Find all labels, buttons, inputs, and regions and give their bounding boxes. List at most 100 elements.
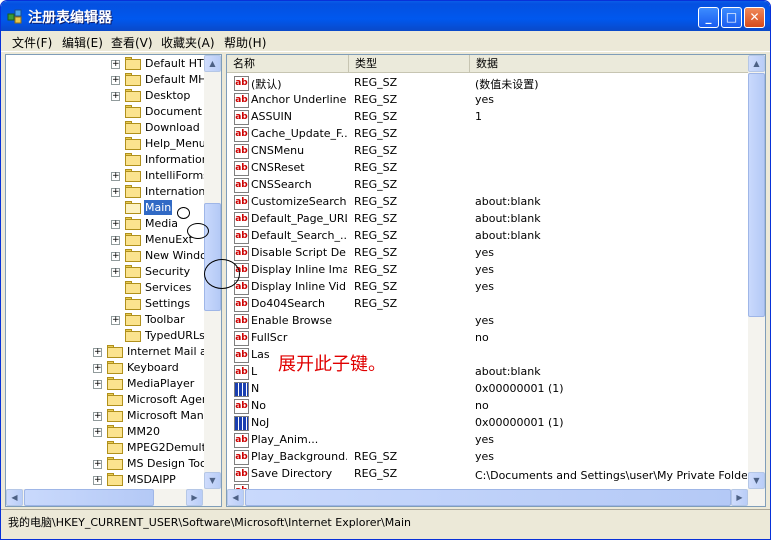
value-row[interactable]: ab Play_Anim... yes: [227, 432, 749, 449]
expand-icon[interactable]: +: [111, 188, 120, 197]
list-scroll-down-button[interactable]: ▼: [748, 472, 765, 489]
tree-node[interactable]: MPEG2Demultipl: [6, 440, 219, 456]
tree-node[interactable]: Main: [6, 200, 202, 216]
value-row[interactable]: ab FullScr no: [227, 330, 749, 347]
value-row[interactable]: N 0x00000001 (1): [227, 381, 749, 398]
expand-icon[interactable]: +: [111, 60, 120, 69]
list-hscroll-thumb[interactable]: [245, 489, 731, 506]
tree-node-label[interactable]: MS Design Tools: [126, 456, 217, 471]
tree-scroll-up-button[interactable]: ▲: [204, 55, 221, 72]
value-row[interactable]: NoJ 0x00000001 (1): [227, 415, 749, 432]
tree-node[interactable]: Download: [6, 120, 202, 136]
value-row[interactable]: ab ASSUIN REG_SZ 1: [227, 109, 749, 126]
tree-node[interactable]: + IntelliForms: [6, 168, 209, 184]
tree-node-label[interactable]: TypedURLs: [144, 328, 206, 343]
tree-node[interactable]: + MSDAIPP: [6, 472, 202, 488]
tree-node-label[interactable]: Security: [144, 264, 191, 279]
menu-edit[interactable]: 编辑(E): [62, 34, 103, 51]
close-button[interactable]: ✕: [744, 7, 765, 28]
values-list-pane[interactable]: 名称 类型 数据 ab (默认) REG_SZ (数值未设置) ab Anchor Und…: [226, 54, 766, 507]
value-row[interactable]: ab CNSReset REG_SZ: [227, 160, 749, 177]
tree-node[interactable]: + Keyboard: [6, 360, 202, 376]
expand-icon[interactable]: +: [111, 316, 120, 325]
tree-node[interactable]: + New Window: [6, 248, 216, 264]
expand-icon[interactable]: +: [111, 236, 120, 245]
value-row[interactable]: ab No no: [227, 398, 749, 415]
tree-node[interactable]: + International: [6, 184, 215, 200]
list-vertical-scrollbar[interactable]: ▲ ▼: [748, 55, 765, 489]
title-bar[interactable]: 注册表编辑器 _ □ ✕: [1, 1, 770, 31]
tree-node[interactable]: Services: [6, 280, 202, 296]
list-scroll-up-button[interactable]: ▲: [748, 55, 765, 72]
tree-node[interactable]: Microsoft Agent: [6, 392, 213, 408]
tree-node-label[interactable]: MediaPlayer: [126, 376, 195, 391]
list-horizontal-scrollbar[interactable]: ◀ ▶: [227, 489, 765, 506]
list-scroll-left-button[interactable]: ◀: [227, 489, 244, 506]
value-row[interactable]: ab Disable Script De... REG_SZ yes: [227, 245, 749, 262]
tree-node[interactable]: Settings: [6, 296, 202, 312]
value-row[interactable]: ab Cache_Update_F... REG_SZ: [227, 126, 749, 143]
tree-node[interactable]: + Media: [6, 216, 202, 232]
expand-icon[interactable]: +: [93, 364, 102, 373]
expand-icon[interactable]: +: [93, 348, 102, 357]
expand-icon[interactable]: +: [93, 460, 102, 469]
tree-scroll-left-button[interactable]: ◀: [6, 489, 23, 506]
tree-node-label[interactable]: Help_Menu_: [144, 136, 212, 151]
key-tree-pane[interactable]: + Default HTM + Default MHT + Desktop Document…: [5, 54, 222, 507]
tree-node[interactable]: + Toolbar: [6, 312, 202, 328]
tree-node-label[interactable]: Microsoft Agent: [126, 392, 214, 407]
expand-icon[interactable]: +: [93, 476, 102, 485]
maximize-button[interactable]: □: [721, 7, 742, 28]
menu-favorites[interactable]: 收藏夹(A): [161, 34, 215, 51]
value-row[interactable]: ab Enable Browse yes: [227, 313, 749, 330]
expand-icon[interactable]: +: [93, 380, 102, 389]
tree-node-label[interactable]: Internet Mail an: [126, 344, 215, 359]
tree-node-label[interactable]: Desktop: [144, 88, 191, 103]
tree-node-label[interactable]: Media: [144, 216, 179, 231]
tree-node[interactable]: + Desktop: [6, 88, 202, 104]
tree-node[interactable]: + Security: [6, 264, 202, 280]
tree-node-label[interactable]: Settings: [144, 296, 191, 311]
value-row[interactable]: ab CNSMenu REG_SZ: [227, 143, 749, 160]
tree-node-label[interactable]: IntelliForms: [144, 168, 210, 183]
expand-icon[interactable]: +: [111, 76, 120, 85]
tree-node-label[interactable]: Information: [144, 152, 210, 167]
expand-icon[interactable]: +: [93, 412, 102, 421]
column-header-type[interactable]: 类型: [349, 55, 470, 73]
tree-node[interactable]: + MM20: [6, 424, 202, 440]
tree-node[interactable]: + Internet Mail an: [6, 344, 214, 360]
tree-hscroll-thumb[interactable]: [24, 489, 154, 506]
value-row[interactable]: ab Anchor Underline REG_SZ yes: [227, 92, 749, 109]
tree-scroll-down-button[interactable]: ▼: [204, 472, 221, 489]
menu-help[interactable]: 帮助(H): [224, 34, 266, 51]
expand-icon[interactable]: +: [111, 92, 120, 101]
tree-node-label[interactable]: MM20: [126, 424, 161, 439]
tree-node[interactable]: Help_Menu_: [6, 136, 211, 152]
list-scroll-right-button[interactable]: ▶: [731, 489, 748, 506]
value-row[interactable]: ab Play_Background... REG_SZ yes: [227, 449, 749, 466]
expand-icon[interactable]: +: [111, 268, 120, 277]
column-header-name[interactable]: 名称: [227, 55, 349, 73]
value-row[interactable]: ab Default_Search_... REG_SZ about:blank: [227, 228, 749, 245]
column-header-data[interactable]: 数据: [470, 55, 749, 73]
value-row[interactable]: ab Save Directory REG_SZ C:\Documents and S…: [227, 466, 749, 483]
tree-node[interactable]: + MS Design Tools: [6, 456, 216, 472]
tree-node-label[interactable]: Download: [144, 120, 201, 135]
expand-icon[interactable]: +: [93, 428, 102, 437]
tree-node[interactable]: + Default HTM: [6, 56, 213, 72]
value-row[interactable]: ab Default_Page_URL REG_SZ about:blank: [227, 211, 749, 228]
value-row[interactable]: ab Display Inline Vid... REG_SZ yes: [227, 279, 749, 296]
tree-node[interactable]: + Microsoft Manag: [6, 408, 217, 424]
tree-node-label[interactable]: Toolbar: [144, 312, 186, 327]
expand-icon[interactable]: +: [111, 172, 120, 181]
tree-horizontal-scrollbar[interactable]: ◀ ▶: [6, 489, 221, 506]
value-row[interactable]: ab CustomizeSearch REG_SZ about:blank: [227, 194, 749, 211]
tree-node[interactable]: + MediaPlayer: [6, 376, 202, 392]
tree-scroll-thumb[interactable]: [204, 203, 221, 311]
tree-node-label[interactable]: MSDAIPP: [126, 472, 177, 487]
value-row[interactable]: ab CNSSearch REG_SZ: [227, 177, 749, 194]
tree-node[interactable]: Document W: [6, 104, 216, 120]
value-row[interactable]: abDisplay Inline Ima...REG_SZyes: [227, 262, 749, 279]
tree-node-label[interactable]: MenuExt: [144, 232, 194, 247]
tree-node[interactable]: + Default MHT: [6, 72, 213, 88]
